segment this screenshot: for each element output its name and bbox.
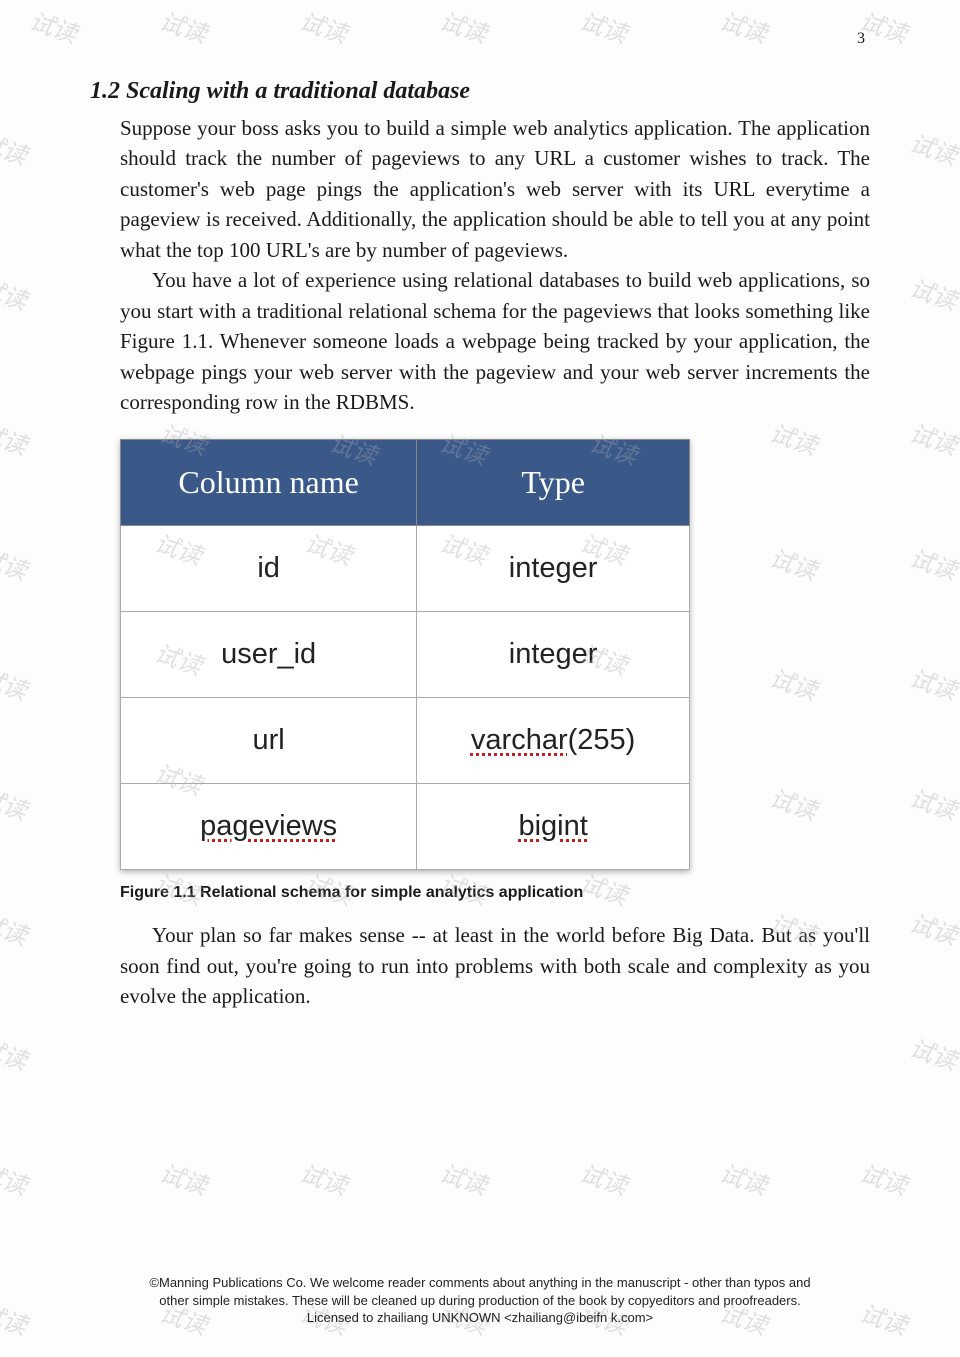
footer-line-2: other simple mistakes. These will be cle… — [90, 1292, 870, 1310]
page-footer: ©Manning Publications Co. We welcome rea… — [90, 1274, 870, 1327]
watermark: 试读 — [0, 413, 32, 461]
body-paragraph-3: Your plan so far makes sense -- at least… — [90, 920, 870, 1011]
schema-table: Column name Type id integer user_id inte… — [120, 439, 690, 870]
watermark: 试读 — [856, 1153, 912, 1201]
body-paragraph-2: You have a lot of experience using relat… — [90, 265, 870, 417]
footer-line-1: ©Manning Publications Co. We welcome rea… — [90, 1274, 870, 1292]
table-header-column-name: Column name — [121, 440, 417, 526]
figure-caption: Figure 1.1 Relational schema for simple … — [120, 884, 870, 902]
watermark: 试读 — [906, 903, 960, 951]
watermark: 试读 — [436, 1153, 492, 1201]
table-row: user_id integer — [121, 612, 690, 698]
watermark: 试读 — [0, 778, 32, 826]
watermark: 试读 — [906, 658, 960, 706]
watermark: 试读 — [0, 268, 32, 316]
watermark: 试读 — [0, 1153, 32, 1201]
watermark: 试读 — [906, 1028, 960, 1076]
watermark: 试读 — [156, 1153, 212, 1201]
watermark: 试读 — [906, 413, 960, 461]
watermark: 试读 — [906, 123, 960, 171]
cell-type: integer — [417, 612, 690, 698]
watermark: 试读 — [576, 1153, 632, 1201]
watermark: 试读 — [906, 778, 960, 826]
cell-type: integer — [417, 526, 690, 612]
cell-col: user_id — [121, 612, 417, 698]
table-header-type: Type — [417, 440, 690, 526]
watermark: 试读 — [716, 1153, 772, 1201]
section-heading: 1.2 Scaling with a traditional database — [90, 78, 870, 105]
watermark: 试读 — [0, 538, 32, 586]
watermark: 试读 — [0, 903, 32, 951]
table-row: pageviews bigint — [121, 784, 690, 870]
page-number: 3 — [90, 30, 870, 48]
watermark: 试读 — [296, 1153, 352, 1201]
watermark: 试读 — [0, 123, 32, 171]
watermark: 试读 — [0, 1028, 32, 1076]
cell-col: id — [121, 526, 417, 612]
watermark: 试读 — [766, 538, 822, 586]
watermark: 试读 — [26, 1, 82, 49]
watermark: 试读 — [0, 1293, 32, 1341]
watermark: 试读 — [766, 778, 822, 826]
table-row: url varchar(255) — [121, 698, 690, 784]
watermark: 试读 — [906, 538, 960, 586]
table-row: id integer — [121, 526, 690, 612]
body-paragraph-1: Suppose your boss asks you to build a si… — [90, 113, 870, 265]
cell-type: varchar(255) — [417, 698, 690, 784]
watermark: 试读 — [766, 658, 822, 706]
watermark: 试读 — [0, 658, 32, 706]
watermark: 试读 — [906, 268, 960, 316]
watermark: 试读 — [766, 413, 822, 461]
footer-line-3: Licensed to zhailiang UNKNOWN <zhailiang… — [90, 1309, 870, 1327]
cell-col: pageviews — [121, 784, 417, 870]
cell-col: url — [121, 698, 417, 784]
cell-type: bigint — [417, 784, 690, 870]
